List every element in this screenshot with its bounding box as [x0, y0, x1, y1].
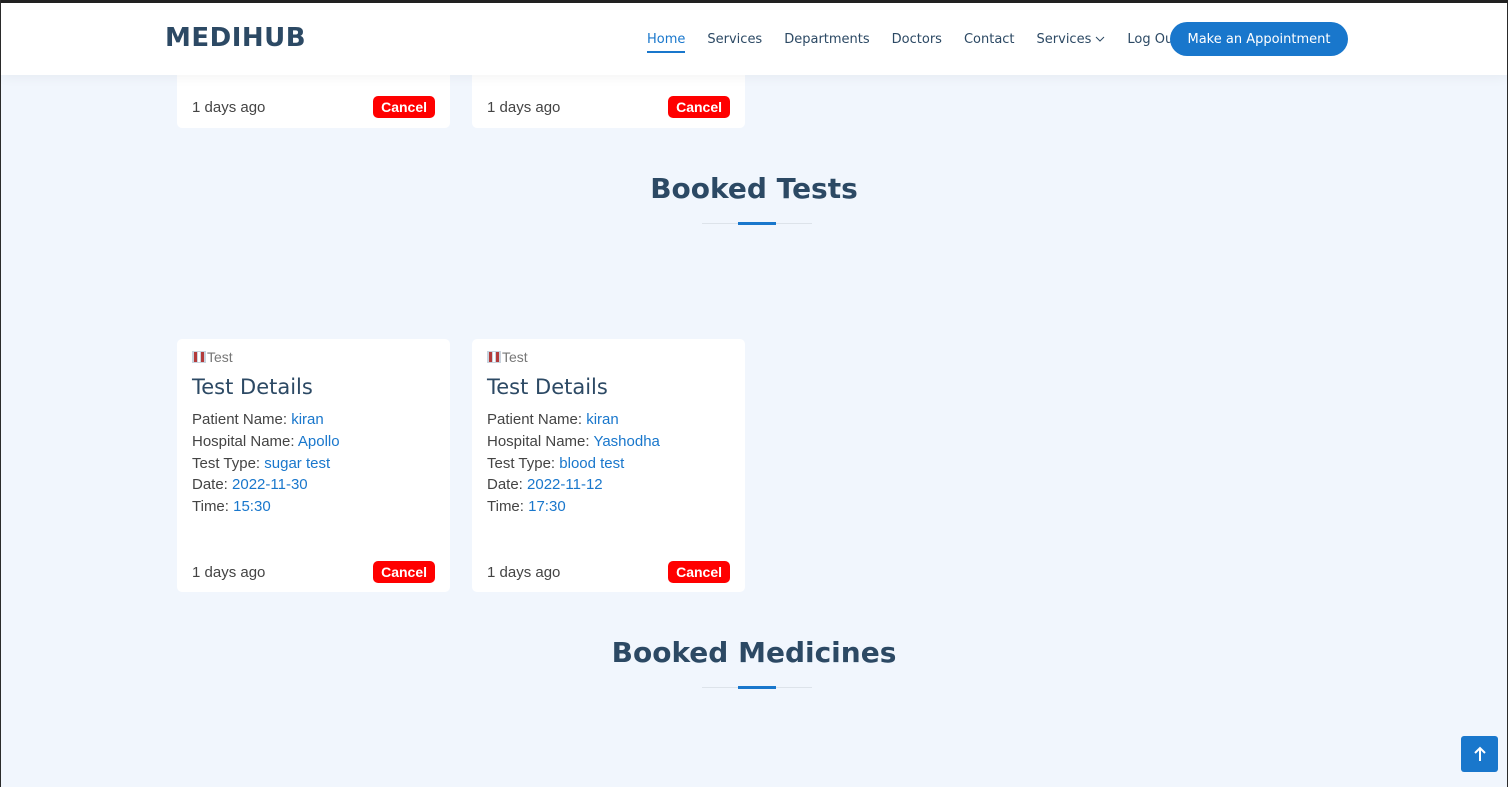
- time-value: 17:30: [528, 498, 566, 516]
- nav-contact[interactable]: Contact: [964, 26, 1015, 53]
- test-type-label: Test Type:: [192, 454, 261, 472]
- nav-services-dropdown[interactable]: Services: [1037, 26, 1106, 53]
- test-details: Patient Name: kiran Hospital Name: Yasho…: [487, 409, 660, 518]
- cancel-button[interactable]: Cancel: [373, 96, 435, 118]
- test-type-value: blood test: [559, 454, 625, 472]
- hospital-row: Hospital Name: Apollo: [192, 431, 340, 453]
- date-label: Date:: [487, 476, 523, 494]
- main-nav: Home Services Departments Doctors Contac…: [647, 3, 1200, 75]
- section-divider: [702, 686, 812, 689]
- nav-services-dropdown-label: Services: [1036, 31, 1092, 47]
- nav-doctors[interactable]: Doctors: [892, 26, 942, 53]
- chevron-down-icon: [1096, 36, 1105, 42]
- card-age: 1 days ago: [487, 98, 561, 116]
- hospital-value: Yashodha: [593, 432, 660, 450]
- hospital-value: Apollo: [297, 432, 340, 450]
- test-details: Patient Name: kiran Hospital Name: Apoll…: [192, 409, 340, 518]
- date-label: Date:: [192, 476, 228, 494]
- date-value: 2022-11-12: [527, 476, 603, 494]
- test-tag: Test: [192, 349, 233, 365]
- test-tag: Test: [487, 349, 528, 365]
- hospital-label: Hospital Name:: [192, 432, 295, 450]
- cancel-button[interactable]: Cancel: [373, 561, 435, 583]
- patient-value: kiran: [291, 411, 324, 428]
- site-header: MEDIHUB Home Services Departments Doctor…: [1, 3, 1507, 75]
- card-age: 1 days ago: [192, 563, 266, 581]
- card-age: 1 days ago: [487, 563, 561, 581]
- test-card-1: Test Test Details Patient Name: kiran Ho…: [177, 339, 450, 592]
- nav-services[interactable]: Services: [707, 26, 762, 53]
- test-type-label: Test Type:: [487, 454, 556, 472]
- nav-home[interactable]: Home: [647, 26, 686, 53]
- site-logo[interactable]: MEDIHUB: [165, 23, 306, 53]
- time-label: Time:: [487, 498, 524, 516]
- back-to-top-button[interactable]: [1461, 736, 1498, 772]
- cancel-button[interactable]: Cancel: [668, 561, 730, 583]
- test-icon: [487, 351, 501, 363]
- test-type-row: Test Type: sugar test: [192, 453, 340, 475]
- booked-medicines-title: Booked Medicines: [611, 636, 897, 669]
- arrow-up-icon: [1473, 746, 1486, 761]
- time-label: Time:: [192, 498, 229, 516]
- card-age: 1 days ago: [192, 98, 266, 116]
- patient-row: Patient Name: kiran: [487, 409, 660, 431]
- test-icon: [192, 351, 206, 363]
- booked-tests-title: Booked Tests: [650, 172, 858, 205]
- test-type-value: sugar test: [264, 454, 331, 472]
- cancel-button[interactable]: Cancel: [668, 96, 730, 118]
- patient-row: Patient Name: kiran: [192, 409, 340, 431]
- test-tag-label: Test: [207, 349, 233, 365]
- make-appointment-button[interactable]: Make an Appointment: [1170, 22, 1348, 56]
- time-value: 15:30: [233, 498, 271, 516]
- patient-label: Patient Name:: [192, 411, 288, 428]
- time-row: Time: 15:30: [192, 496, 340, 518]
- date-row: Date: 2022-11-12: [487, 474, 660, 496]
- test-card-2: Test Test Details Patient Name: kiran Ho…: [472, 339, 745, 592]
- patient-label: Patient Name:: [487, 411, 583, 428]
- time-row: Time: 17:30: [487, 496, 660, 518]
- test-tag-label: Test: [502, 349, 528, 365]
- test-card-title: Test Details: [192, 375, 313, 399]
- patient-value: kiran: [586, 411, 619, 428]
- section-divider: [702, 222, 812, 225]
- hospital-row: Hospital Name: Yashodha: [487, 431, 660, 453]
- nav-departments[interactable]: Departments: [784, 26, 869, 53]
- date-row: Date: 2022-11-30: [192, 474, 340, 496]
- date-value: 2022-11-30: [232, 476, 308, 494]
- hospital-label: Hospital Name:: [487, 432, 590, 450]
- test-card-title: Test Details: [487, 375, 608, 399]
- test-type-row: Test Type: blood test: [487, 453, 660, 475]
